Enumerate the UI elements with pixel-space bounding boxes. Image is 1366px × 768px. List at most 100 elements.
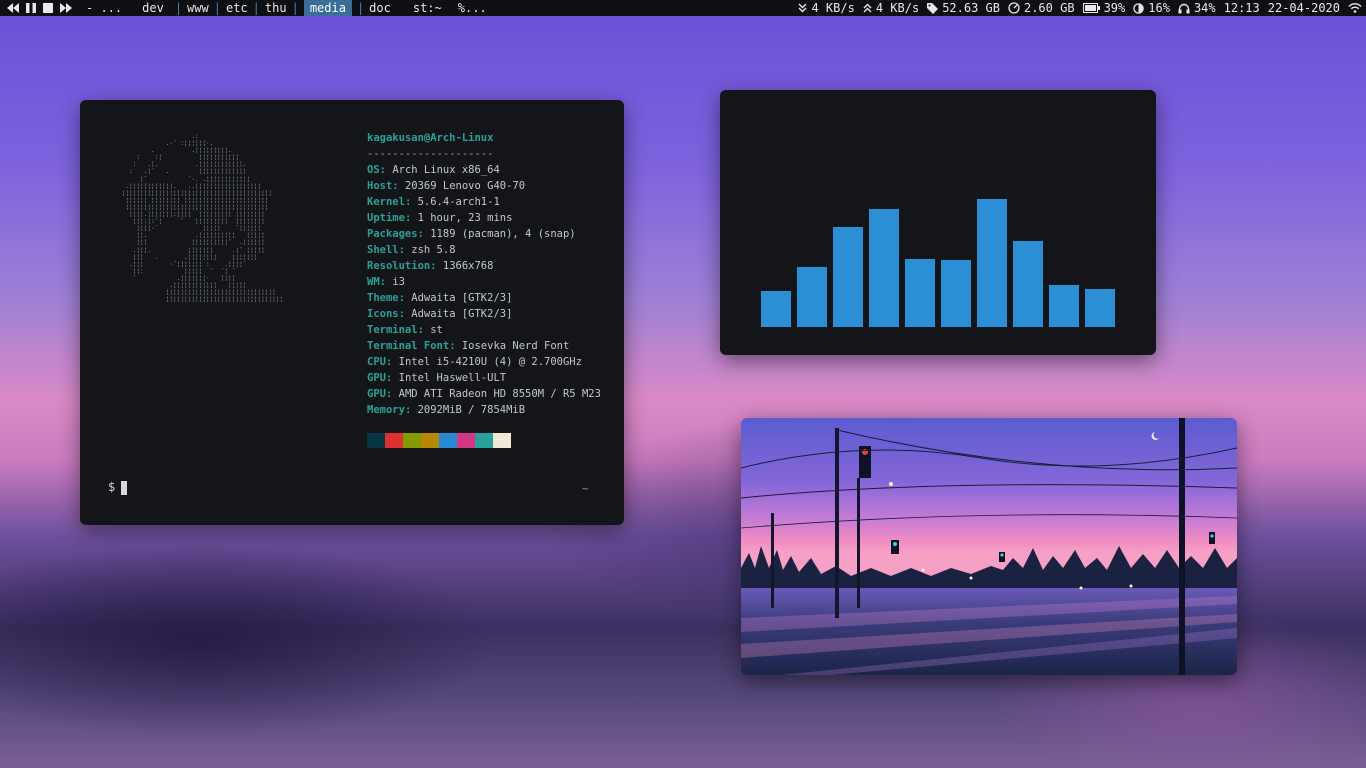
visualizer-bar [833,227,863,327]
info-value: 2092MiB / 7854MiB [417,404,526,416]
ws-separator: | [174,1,183,15]
prompt-symbol: $ [108,480,116,494]
info-key: Memory [367,404,405,416]
palette-swatch [475,433,493,448]
battery-indicator: 39% [1082,0,1126,16]
ascii-art-anime-girl: .: .·¨ :¦¦¦¦¦¦·. . .¦¦¦¦¦¦¦¦¦. : :¦ ¦¦¦¦… [121,133,284,304]
info-key: CPU [367,356,386,368]
now-playing-title: - ... [86,1,123,15]
workspace-media[interactable]: media [303,0,352,16]
info-key: Shell [367,244,399,256]
ws-separator: | [213,1,221,15]
user-host: kagakusan@Arch-Linux [367,132,494,144]
palette-swatch [439,433,457,448]
visualizer-bar [797,267,827,327]
system-info: kagakusan@Arch-Linux -------------------… [367,130,601,418]
wifi-icon [1348,3,1362,13]
memory-indicator: 2.60 GB [1008,0,1075,16]
status-area: 4 KB/s 4 KB/s 52.63 GB 2.60 GB 39% 16% 3… [794,0,1366,16]
clock-time: 12:13 [1223,1,1260,15]
info-value: st [430,324,443,336]
info-row-wm: WM: i3 [367,276,405,288]
info-row-cpu: CPU: Intel i5-4210U (4) @ 2.700GHz [367,356,582,368]
info-key: Packages [367,228,418,240]
upload-icon [863,3,872,13]
upload-speed: 4 KB/s [875,1,920,15]
visualizer-bar [869,209,899,327]
right-prompt-cwd: ~ [582,482,589,495]
prev-icon[interactable] [7,3,19,13]
title-overflow: %... [457,1,487,15]
gauge-icon [1008,2,1020,14]
info-value: Adwaita [GTK2/3] [411,308,513,320]
media-controls [0,3,72,13]
palette-swatch [367,433,385,448]
workspace-dev[interactable]: dev [136,0,170,16]
brightness-indicator: 16% [1133,0,1170,16]
palette-swatch [403,433,421,448]
palette-swatch [385,433,403,448]
ws-separator: | [356,1,365,15]
visualizer-bar [1049,285,1079,327]
workspace-thu[interactable]: thu [265,0,287,16]
volume-indicator: 34% [1178,0,1216,16]
download-indicator: 4 KB/s [798,0,855,16]
info-key: Terminal [367,324,418,336]
info-row-terminal: Terminal: st [367,324,443,336]
info-row-resolution: Resolution: 1366x768 [367,260,494,272]
info-row-host: Host: 20369 Lenovo G40-70 [367,180,526,192]
disk-free: 52.63 GB [942,1,1000,15]
text-cursor [121,480,128,495]
workspace-doc[interactable]: doc [369,0,391,16]
download-icon [798,3,807,13]
upload-indicator: 4 KB/s [863,0,919,16]
info-value: Intel Haswell-ULT [398,372,507,384]
info-row-packages: Packages: 1189 (pacman), 4 (snap) [367,228,576,240]
info-key: Theme [367,292,399,304]
info-row-gpu: GPU: AMD ATI Radeon HD 8550M / R5 M23 [367,388,601,400]
stop-icon[interactable] [43,3,53,13]
color-palette [367,433,511,448]
tag-icon [927,2,939,14]
info-value: i3 [392,276,405,288]
info-value: 1366x768 [442,260,494,272]
info-row-gpu: GPU: Intel Haswell-ULT [367,372,507,384]
info-key: Kernel [367,196,405,208]
info-row-uptime: Uptime: 1 hour, 23 mins [367,212,513,224]
shell-prompt[interactable]: $ [108,480,128,495]
info-value: Intel i5-4210U (4) @ 2.700GHz [398,356,582,368]
next-icon[interactable] [60,3,72,13]
visualizer-bars [720,90,1156,355]
visualizer-bar [761,291,791,327]
info-key: Terminal Font [367,340,450,352]
ws-separator: | [291,1,299,15]
info-value: AMD ATI Radeon HD 8550M / R5 M23 [398,388,601,400]
workspace-etc[interactable]: etc [226,0,248,16]
top-status-bar: - ... dev | www | etc | thu | media | do… [0,0,1366,16]
info-separator: -------------------- [367,148,494,160]
info-row-icons: Icons: Adwaita [GTK2/3] [367,308,513,320]
visualizer-bar [905,259,935,327]
visualizer-bar [941,260,971,327]
sunset-street-image [741,418,1237,675]
audio-visualizer-window[interactable] [720,90,1156,355]
visualizer-bar [1013,241,1043,327]
palette-swatch [421,433,439,448]
palette-swatch [493,433,511,448]
info-key: GPU [367,388,386,400]
info-key: Resolution [367,260,431,272]
info-value: Adwaita [GTK2/3] [411,292,513,304]
battery-level: 39% [1103,1,1126,15]
download-speed: 4 KB/s [811,1,855,15]
info-value: Arch Linux x86_64 [392,164,500,176]
brightness-level: 16% [1148,1,1170,15]
info-value: Iosevka Nerd Font [461,340,570,352]
info-key: OS [367,164,380,176]
workspace-www[interactable]: www [187,0,209,16]
info-row-kernel: Kernel: 5.6.4-arch1-1 [367,196,500,208]
info-value: 1 hour, 23 mins [417,212,513,224]
info-row-os: OS: Arch Linux x86_64 [367,164,500,176]
pause-icon[interactable] [26,3,36,13]
info-key: Icons [367,308,399,320]
info-row-shell: Shell: zsh 5.8 [367,244,456,256]
